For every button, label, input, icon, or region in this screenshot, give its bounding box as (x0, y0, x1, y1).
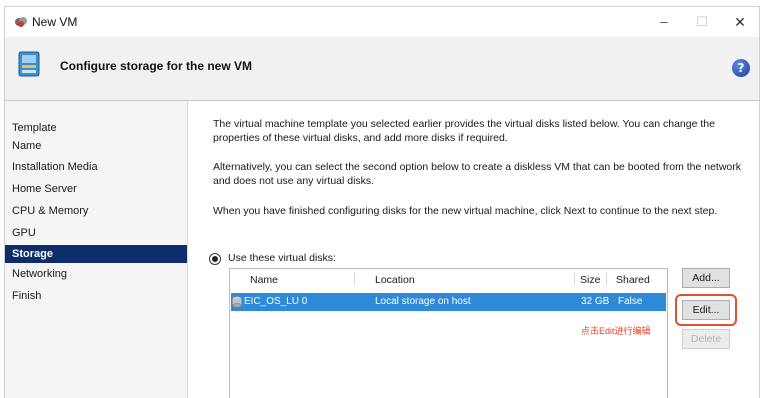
maximize-button: ☐ (696, 14, 708, 29)
nav-item-cpu-memory[interactable]: CPU & Memory (5, 202, 187, 220)
storage-icon (18, 51, 40, 77)
wizard-nav: Template Name Installation Media Home Se… (5, 101, 188, 398)
delete-button: Delete (682, 329, 730, 349)
edit-annotation: 点击Edit进行编辑 (581, 326, 651, 336)
column-header-shared[interactable]: Shared (616, 274, 650, 286)
nav-item-template[interactable]: Template (5, 119, 187, 137)
disk-name: EIC_OS_LU 0 (244, 296, 308, 307)
nav-item-name[interactable]: Name (5, 137, 187, 155)
disk-shared: False (618, 296, 643, 307)
nav-item-storage[interactable]: Storage (5, 245, 187, 263)
nav-item-home-server[interactable]: Home Server (5, 180, 187, 198)
minimize-button[interactable]: – (650, 12, 678, 32)
column-divider (574, 272, 575, 286)
disk-row[interactable]: EIC_OS_LU 0 Local storage on host 32 GB … (231, 293, 666, 311)
window-title: New VM (32, 15, 78, 29)
use-virtual-disks-label: Use these virtual disks: (228, 252, 336, 264)
diskless-text: Alternatively, you can select the second… (213, 161, 742, 187)
disk-size: 32 GB (581, 296, 610, 307)
help-icon[interactable]: ? (732, 59, 750, 77)
nav-item-installation-media[interactable]: Installation Media (5, 158, 187, 176)
close-button[interactable]: ✕ (726, 12, 754, 32)
add-button[interactable]: Add... (682, 268, 730, 288)
use-virtual-disks-radio[interactable] (209, 253, 221, 265)
new-vm-window: New VM – ☐ ✕ Configure storage for the n… (4, 6, 760, 398)
column-divider (606, 272, 607, 286)
page-header: Configure storage for the new VM ? (5, 37, 759, 101)
column-header-location[interactable]: Location (375, 274, 415, 286)
title-bar: New VM – ☐ ✕ (5, 7, 759, 37)
storage-panel: The virtual machine template you selecte… (187, 101, 759, 398)
column-header-size[interactable]: Size (580, 274, 600, 286)
next-step-text: When you have finished configuring disks… (213, 205, 718, 217)
disk-location: Local storage on host (375, 296, 471, 307)
column-divider (354, 272, 355, 286)
disk-icon (232, 296, 242, 308)
nav-item-gpu[interactable]: GPU (5, 224, 187, 242)
column-header-name[interactable]: Name (250, 274, 278, 286)
nav-item-finish[interactable]: Finish (5, 287, 187, 305)
xenserver-vm-icon (15, 17, 27, 27)
nav-item-networking[interactable]: Networking (5, 265, 187, 283)
intro-text: The virtual machine template you selecte… (213, 118, 715, 144)
page-title: Configure storage for the new VM (60, 59, 253, 73)
edit-button-highlight (675, 294, 737, 326)
